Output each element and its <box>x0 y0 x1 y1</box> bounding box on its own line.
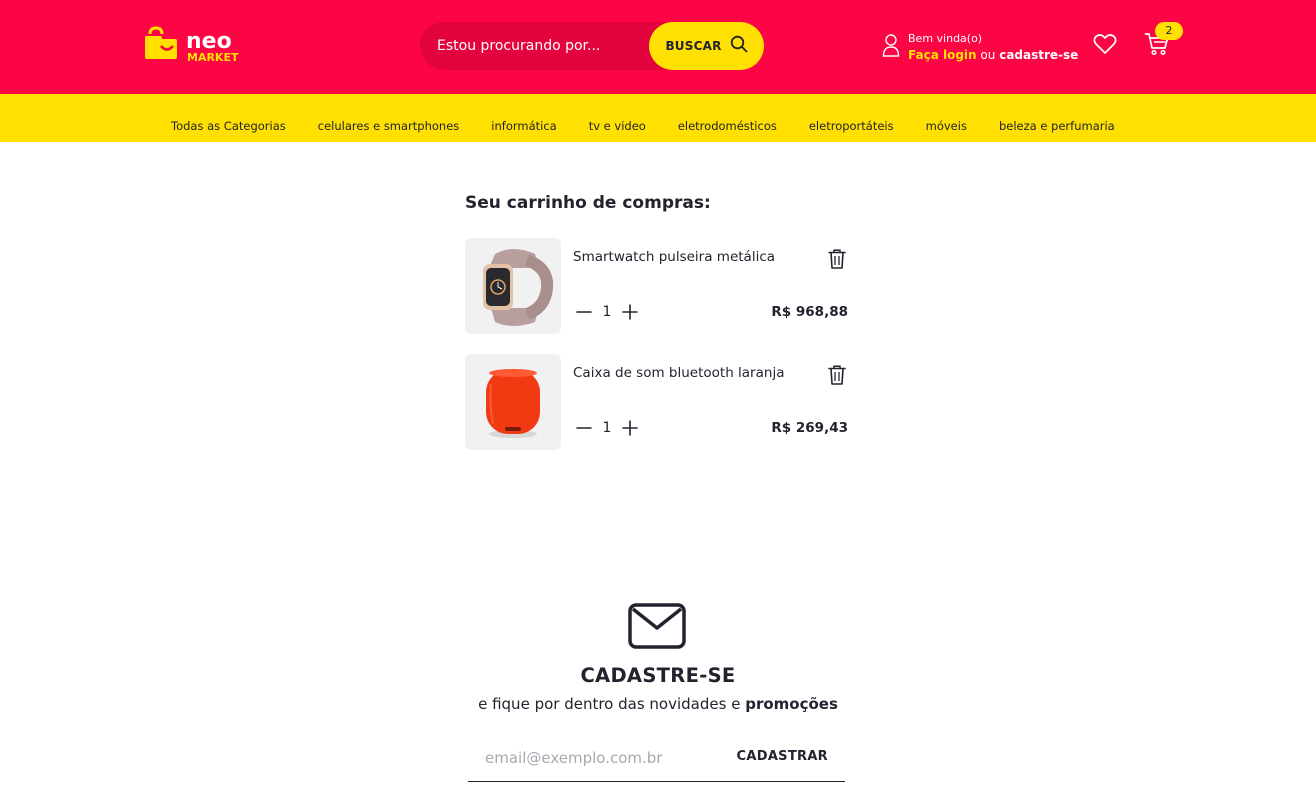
cart-item-price: R$ 269,43 <box>771 420 848 436</box>
quantity-value: 1 <box>602 304 612 320</box>
nav-item-eletrodomesticos[interactable]: eletrodomésticos <box>662 119 793 133</box>
email-field[interactable] <box>485 736 715 780</box>
svg-text:MARKET: MARKET <box>187 51 239 64</box>
newsletter-title: CADASTRE-SE <box>580 664 736 687</box>
nav-item-moveis[interactable]: móveis <box>910 119 983 133</box>
search-bar: BUSCAR <box>420 22 764 70</box>
category-list: Todas as Categorias celulares e smartpho… <box>155 94 1131 142</box>
nav-item-tv-e-video[interactable]: tv e video <box>573 119 662 133</box>
search-icon <box>730 35 748 57</box>
quantity-value: 1 <box>602 420 612 436</box>
cart-item-price: R$ 968,88 <box>771 304 848 320</box>
login-link[interactable]: Faça login <box>908 48 977 62</box>
signup-link[interactable]: cadastre-se <box>999 48 1078 62</box>
account-links: Faça login ou cadastre-se <box>908 47 1078 63</box>
quantity-increase-button[interactable] <box>621 303 639 321</box>
newsletter-subtitle: e fique por dentro das novidades e promo… <box>0 695 1316 713</box>
account-greeting: Bem vinda(o) <box>908 32 983 45</box>
account-text: Bem vinda(o) Faça login ou cadastre-se <box>908 31 1078 63</box>
cart-title: Seu carrinho de compras: <box>465 193 711 213</box>
cart-count-badge: 2 <box>1155 22 1183 40</box>
cart-item: Smartwatch pulseira metálica 1 R$ 968,88 <box>465 238 850 334</box>
quantity-decrease-button[interactable] <box>575 419 593 437</box>
site-header: neo MARKET BUSCAR Bem vinda(o) Faça logi… <box>0 0 1316 94</box>
newsletter-subtitle-text: e fique por dentro das novidades e <box>478 695 741 713</box>
cart-list: Smartwatch pulseira metálica 1 R$ 968,88… <box>465 238 850 470</box>
account-area: Bem vinda(o) Faça login ou cadastre-se <box>882 30 1078 64</box>
quantity-decrease-button[interactable] <box>575 303 593 321</box>
account-connector: ou <box>980 48 996 62</box>
nav-item-celulares[interactable]: celulares e smartphones <box>302 119 476 133</box>
category-nav: Todas as Categorias celulares e smartpho… <box>0 94 1316 142</box>
cart-item-name[interactable]: Smartwatch pulseira metálica <box>573 249 775 265</box>
envelope-icon <box>628 603 686 649</box>
neo-market-logo[interactable]: neo MARKET <box>144 26 244 66</box>
speaker-image[interactable] <box>465 354 561 450</box>
smartwatch-image[interactable] <box>465 238 561 334</box>
search-input[interactable] <box>437 22 647 70</box>
nav-item-todas-as-categorias[interactable]: Todas as Categorias <box>155 119 302 133</box>
user-icon[interactable] <box>882 33 900 61</box>
newsletter-form: CADASTRAR <box>468 736 845 782</box>
nav-item-eletroportateis[interactable]: eletroportáteis <box>793 119 910 133</box>
search-button-label: BUSCAR <box>665 39 722 53</box>
cart-item-name[interactable]: Caixa de som bluetooth laranja <box>573 365 784 381</box>
nav-item-beleza-e-perfumaria[interactable]: beleza e perfumaria <box>983 119 1131 133</box>
nav-item-informatica[interactable]: informática <box>475 119 572 133</box>
search-button[interactable]: BUSCAR <box>649 22 764 70</box>
trash-icon[interactable] <box>827 248 847 270</box>
trash-icon[interactable] <box>827 364 847 386</box>
newsletter-subtitle-highlight: promoções <box>745 695 838 713</box>
subscribe-button[interactable]: CADASTRAR <box>737 749 828 764</box>
heart-icon[interactable] <box>1093 33 1117 55</box>
quantity-increase-button[interactable] <box>621 419 639 437</box>
cart-item: Caixa de som bluetooth laranja 1 R$ 269,… <box>465 354 850 450</box>
